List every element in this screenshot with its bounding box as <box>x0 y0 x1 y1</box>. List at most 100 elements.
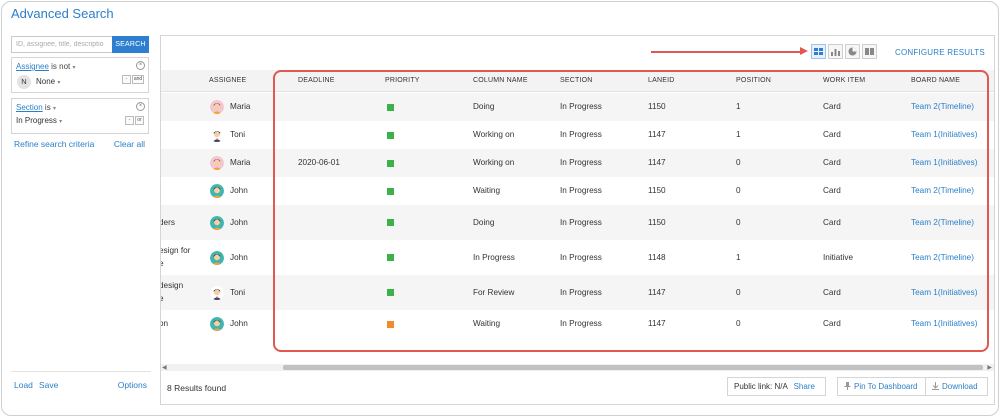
filter-assignee: Assignee is not ▾ × N None ▾ - and <box>11 57 149 93</box>
search-input[interactable] <box>11 36 112 53</box>
board-name-link[interactable]: Team 1(Initiatives) <box>911 130 977 139</box>
column-header-position[interactable]: POSITION <box>736 77 771 84</box>
filter-actions: - or <box>125 116 144 125</box>
position-value: 1 <box>736 252 741 262</box>
chevron-down-icon[interactable]: ▾ <box>73 65 76 71</box>
section-value: In Progress <box>560 217 602 227</box>
assignee-name: Toni <box>230 287 246 297</box>
share-link[interactable]: Share <box>794 382 815 391</box>
configure-results-link[interactable]: CONFIGURE RESULTS <box>895 48 985 57</box>
download-icon <box>932 382 939 390</box>
table-row[interactable]: Maria Doing In Progress 1150 1 Card Team 2(Tim… <box>161 93 994 121</box>
laneid-value: 1147 <box>648 319 666 328</box>
filter-operator[interactable]: is <box>45 103 51 112</box>
assignee-name: John <box>230 319 248 328</box>
avatar: N <box>17 75 31 89</box>
position-value: 1 <box>736 130 741 139</box>
laneid-value: 1150 <box>648 102 666 111</box>
board-name-link[interactable]: Team 2(Timeline) <box>911 218 974 227</box>
results-count: 8 Results found <box>167 383 227 393</box>
column-name-value: Doing <box>473 102 495 111</box>
board-name-link[interactable]: Team 2(Timeline) <box>911 253 974 262</box>
search-bar: SEARCH <box>11 36 149 53</box>
title-fragment: e <box>161 259 164 268</box>
filter-field-assignee[interactable]: Assignee <box>16 62 49 71</box>
column-header-assignee[interactable]: ASSIGNEE <box>209 77 246 84</box>
board-name-link[interactable]: Team 2(Timeline) <box>911 186 974 195</box>
table-view-button[interactable] <box>811 44 826 59</box>
table-row[interactable]: design e Toni For Review In Progress 1147 0 Car… <box>161 275 994 310</box>
priority-indicator <box>387 289 394 296</box>
remove-value-button[interactable]: - <box>122 75 131 84</box>
column-header-priority[interactable]: PRIORITY <box>385 77 420 84</box>
chevron-down-icon[interactable]: ▾ <box>53 106 56 112</box>
avatar <box>210 156 224 170</box>
work-item-value: Card <box>823 319 841 328</box>
priority-indicator <box>387 219 394 226</box>
page-title: Advanced Search <box>11 6 114 21</box>
column-header-deadline[interactable]: DEADLINE <box>298 77 335 84</box>
column-name-value: Working on <box>473 130 515 139</box>
view-switcher <box>811 44 877 59</box>
table-row[interactable]: on John Waiting In Progress 1147 0 Card Team 1(… <box>161 310 994 338</box>
column-name-value: Waiting <box>473 319 500 328</box>
load-link[interactable]: Load <box>14 380 33 390</box>
table-row[interactable]: Toni Working on In Progress 1147 1 Card Team 1… <box>161 121 994 149</box>
remove-value-button[interactable]: - <box>125 116 134 125</box>
download-button[interactable]: Download <box>926 377 988 396</box>
logic-toggle-button[interactable]: and <box>132 75 144 84</box>
bar-chart-view-button[interactable] <box>828 44 843 59</box>
refine-search-link[interactable]: Refine search criteria <box>14 139 94 149</box>
column-header-column-name[interactable]: COLUMN NAME <box>473 77 528 84</box>
results-panel: CONFIGURE RESULTS ASSIGNEE DEADLINE PRIO… <box>160 35 995 405</box>
column-header-board-name[interactable]: BOARD NAME <box>911 77 960 84</box>
section-value: In Progress <box>560 252 602 262</box>
options-link[interactable]: Options <box>118 380 147 390</box>
column-header-work-item[interactable]: WORK ITEM <box>823 77 865 84</box>
avatar <box>210 215 224 230</box>
table-row[interactable]: esign for e John In Progress In Progress 1148… <box>161 240 994 275</box>
filter-operator[interactable]: is not <box>51 62 70 71</box>
card-view-button[interactable] <box>862 44 877 59</box>
work-item-value: Card <box>823 186 841 195</box>
section-value: In Progress <box>560 158 602 167</box>
title-fragment: esign for <box>160 245 191 255</box>
laneid-value: 1147 <box>648 130 666 139</box>
table-row[interactable]: John Waiting In Progress 1150 0 Card Team 2(Ti… <box>161 177 994 205</box>
scroll-left-icon[interactable]: ◀ <box>162 364 167 371</box>
board-name-link[interactable]: Team 1(Initiatives) <box>911 319 977 328</box>
pin-to-dashboard-button[interactable]: Pin To Dashboard <box>837 377 926 396</box>
filter-value[interactable]: None ▾ <box>36 77 60 86</box>
save-link[interactable]: Save <box>39 380 58 390</box>
remove-filter-icon[interactable]: × <box>136 61 145 70</box>
position-value: 1 <box>736 102 741 111</box>
filter-panel: SEARCH Assignee is not ▾ × N None ▾ - an… <box>10 35 151 397</box>
pin-label: Pin To Dashboard <box>854 382 918 391</box>
table-row[interactable]: Maria 2020-06-01 Working on In Progress 1147… <box>161 149 994 177</box>
pie-chart-view-button[interactable] <box>845 44 860 59</box>
filter-value[interactable]: In Progress ▾ <box>16 116 62 125</box>
search-button[interactable]: SEARCH <box>112 36 149 53</box>
position-value: 0 <box>736 217 741 227</box>
board-name-link[interactable]: Team 1(Initiatives) <box>911 158 977 167</box>
board-name-link[interactable]: Team 1(Initiatives) <box>911 288 977 297</box>
scrollbar-thumb[interactable] <box>283 365 983 370</box>
position-value: 0 <box>736 186 741 195</box>
assignee-name: Maria <box>230 158 251 167</box>
table-row[interactable]: ders John Doing In Progress 1150 0 Card Team 2(… <box>161 205 994 240</box>
priority-indicator <box>387 159 394 167</box>
public-link-label: Public link: N/A <box>734 382 788 391</box>
column-header-section[interactable]: SECTION <box>560 77 593 84</box>
board-name-link[interactable]: Team 2(Timeline) <box>911 102 974 111</box>
laneid-value: 1150 <box>648 217 666 227</box>
logic-toggle-button[interactable]: or <box>135 116 144 125</box>
column-header-laneid[interactable]: LANEID <box>648 77 675 84</box>
deadline-value: 2020-06-01 <box>298 158 340 167</box>
clear-all-link[interactable]: Clear all <box>114 139 145 149</box>
horizontal-scrollbar[interactable]: ◀ ▶ <box>161 364 994 371</box>
column-name-value: Working on <box>473 158 515 167</box>
remove-filter-icon[interactable]: × <box>136 102 145 111</box>
public-link-box: Public link: N/A Share <box>727 377 826 396</box>
scroll-right-icon[interactable]: ▶ <box>987 364 992 371</box>
filter-field-section[interactable]: Section <box>16 103 43 112</box>
